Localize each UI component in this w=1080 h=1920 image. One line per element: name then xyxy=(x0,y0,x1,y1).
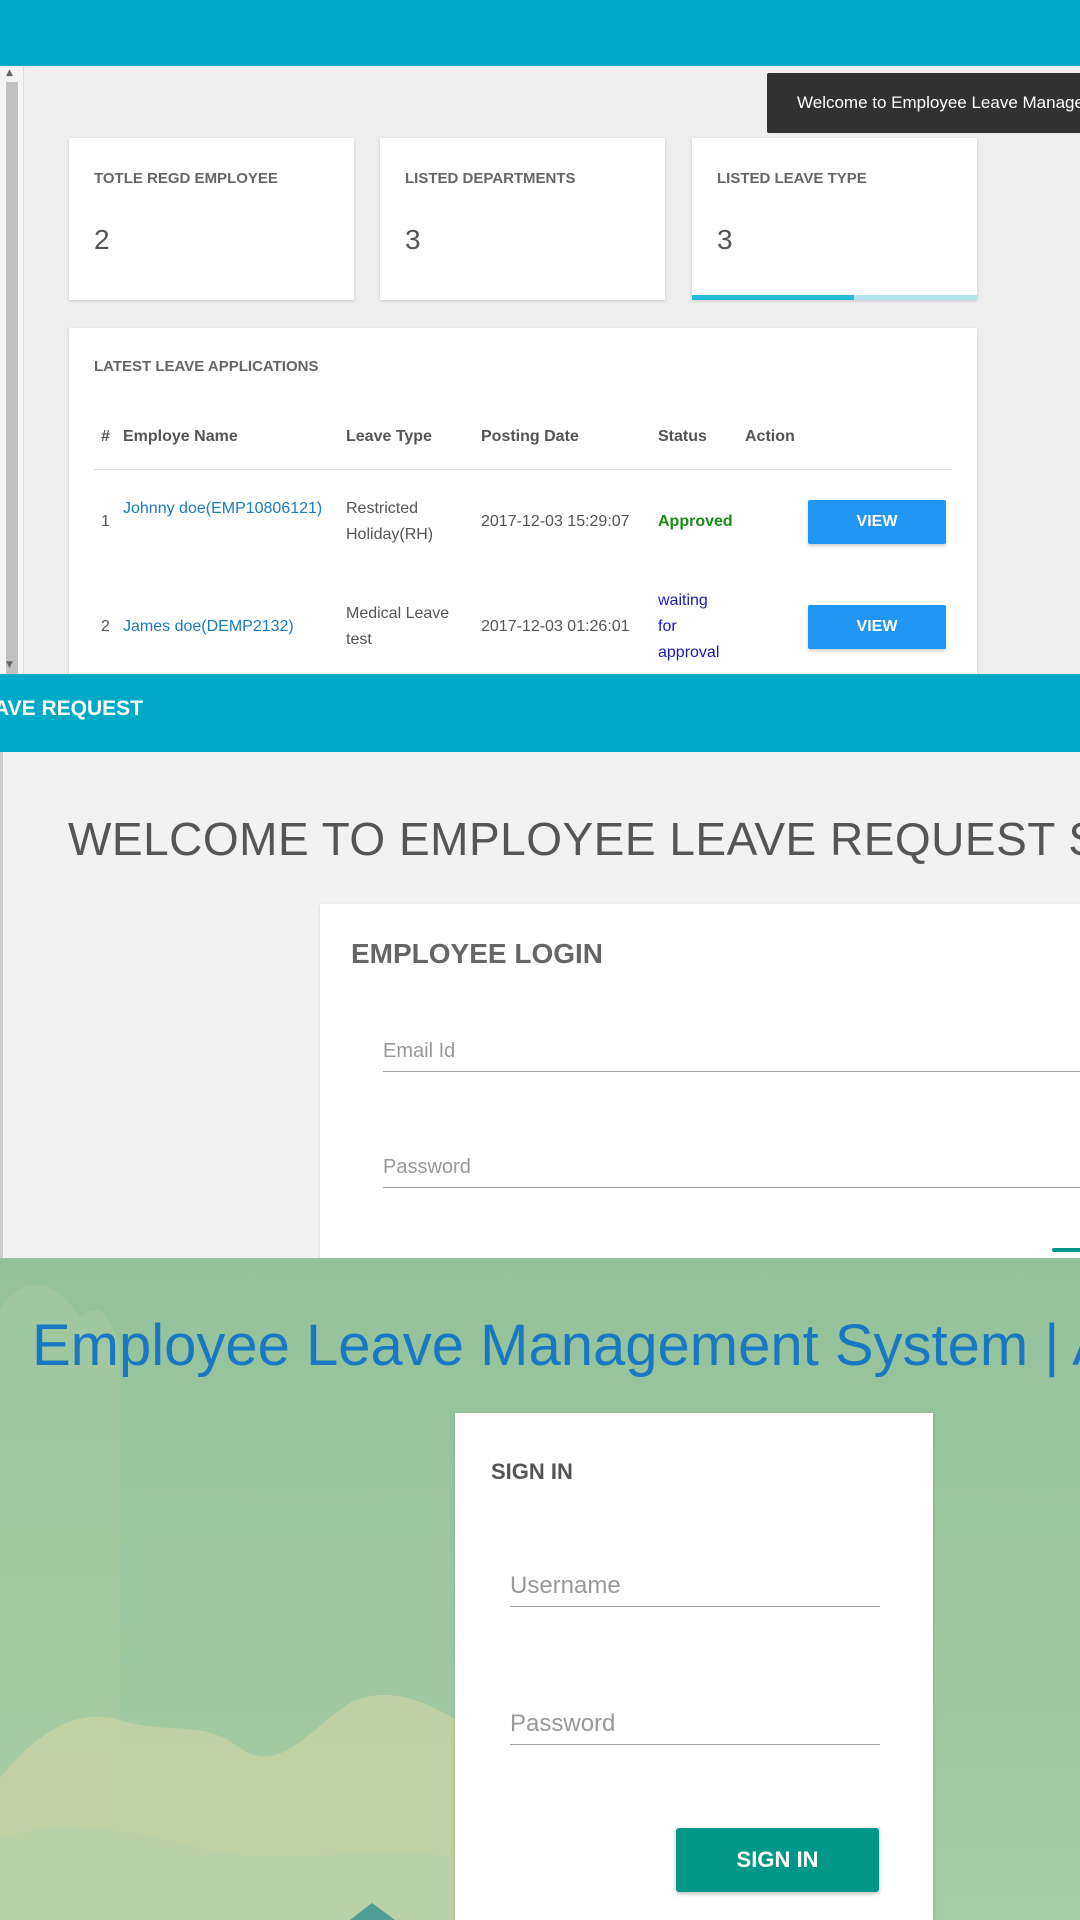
stat-label: LISTED DEPARTMENTS xyxy=(405,170,576,187)
column-header-posting-date: Posting Date xyxy=(481,428,579,445)
view-button[interactable]: VIEW xyxy=(808,500,946,544)
posting-date: 2017-12-03 01:26:01 xyxy=(481,618,630,635)
sign-in-card: SIGN IN SIGN IN xyxy=(455,1413,933,1920)
brand-logo-text[interactable]: AVE REQUEST xyxy=(0,697,143,721)
sign-in-card-title: SIGN IN xyxy=(491,1459,573,1484)
admin-login-screen: Employee Leave Management System | Admin… xyxy=(0,1258,1080,1920)
password-field[interactable] xyxy=(383,1148,1080,1188)
stat-label: LISTED LEAVE TYPE xyxy=(717,170,867,187)
top-app-bar xyxy=(0,0,1080,66)
stat-label: TOTLE REGD EMPLOYEE xyxy=(94,170,278,187)
login-button-edge[interactable] xyxy=(1052,1248,1080,1252)
leave-type: Restricted Holiday(RH) xyxy=(346,500,434,543)
scrollbar-thumb[interactable] xyxy=(6,82,18,674)
column-header-employee-name: Employe Name xyxy=(123,428,238,445)
stat-value: 2 xyxy=(94,224,110,255)
sign-in-button[interactable]: SIGN IN xyxy=(676,1828,879,1892)
username-field[interactable] xyxy=(510,1565,880,1607)
page-title: Employee Leave Management System | Admin… xyxy=(32,1313,1080,1378)
column-header-number: # xyxy=(101,428,110,445)
section-title: LATEST LEAVE APPLICATIONS xyxy=(94,358,319,375)
employee-login-screen: AVE REQUEST WELCOME TO EMPLOYEE LEAVE RE… xyxy=(0,674,1080,1258)
stat-card-leave-types: LISTED LEAVE TYPE 3 xyxy=(692,138,977,300)
employee-login-card: EMPLOYEE LOGIN xyxy=(320,904,1080,1258)
column-header-action: Action xyxy=(745,428,795,445)
posting-date: 2017-12-03 15:29:07 xyxy=(481,513,630,530)
login-card-title: EMPLOYEE LOGIN xyxy=(351,938,604,969)
welcome-heading: WELCOME TO EMPLOYEE LEAVE REQUEST SYSTEM xyxy=(68,813,1080,865)
status-approved: Approved xyxy=(658,513,733,530)
stat-value: 3 xyxy=(405,224,421,255)
welcome-toast: Welcome to Employee Leave Management Sys… xyxy=(767,73,1080,133)
scroll-up-arrow-icon[interactable]: ▲ xyxy=(6,68,13,78)
latest-leave-applications-card: LATEST LEAVE APPLICATIONS # Employe Name… xyxy=(69,328,977,674)
password-field[interactable] xyxy=(510,1703,880,1745)
loading-progress-bar xyxy=(692,295,977,300)
email-field[interactable] xyxy=(383,1032,1080,1072)
vertical-scrollbar[interactable]: ▲ ▼ xyxy=(0,66,24,674)
employee-name-link[interactable]: James doe(DEMP2132) xyxy=(123,614,338,640)
top-app-bar: AVE REQUEST xyxy=(0,674,1080,752)
status-waiting: waiting for approval xyxy=(658,592,720,661)
table-row: 1 Johnny doe(EMP10806121) Restricted Hol… xyxy=(94,470,952,574)
row-number: 1 xyxy=(101,513,110,530)
column-header-status: Status xyxy=(658,428,707,445)
stat-card-registered-employees: TOTLE REGD EMPLOYEE 2 xyxy=(69,138,354,300)
employee-name-link[interactable]: Johnny doe(EMP10806121) xyxy=(123,496,338,522)
view-button[interactable]: VIEW xyxy=(808,605,946,649)
leave-type: Medical Leave test xyxy=(346,605,450,648)
table-row: 2 James doe(DEMP2132) Medical Leave test… xyxy=(94,574,952,674)
stat-card-departments: LISTED DEPARTMENTS 3 xyxy=(380,138,665,300)
scroll-down-arrow-icon[interactable]: ▼ xyxy=(6,660,13,670)
row-number: 2 xyxy=(101,618,110,635)
loading-progress-fill xyxy=(692,295,855,300)
stat-value: 3 xyxy=(717,224,733,255)
sidebar-edge xyxy=(0,752,3,1258)
admin-dashboard-screen: ▲ ▼ TOTLE REGD EMPLOYEE 2 LISTED DEPARTM… xyxy=(0,0,1080,674)
column-header-leave-type: Leave Type xyxy=(346,428,432,445)
